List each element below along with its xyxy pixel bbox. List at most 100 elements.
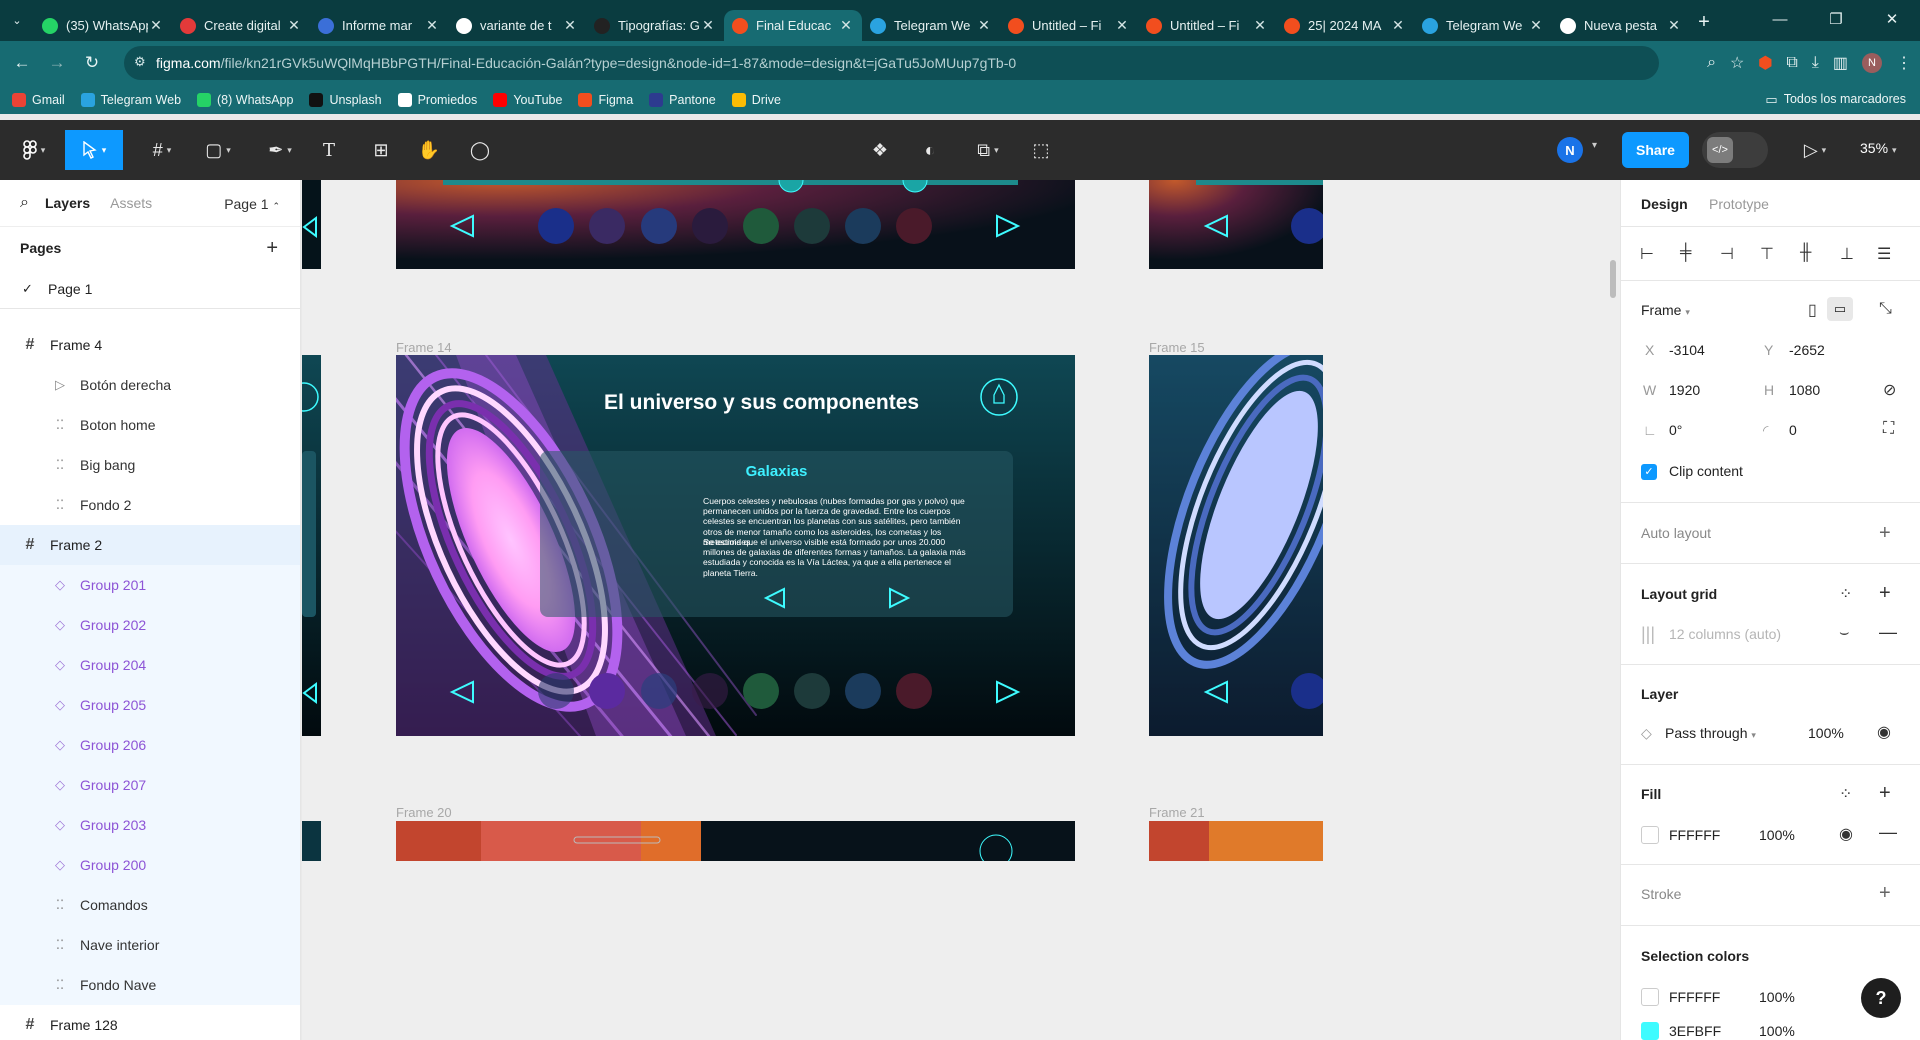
forward-icon[interactable]: → <box>44 53 70 73</box>
bookmark-item[interactable]: Pantone <box>649 92 716 107</box>
sel-color-swatch[interactable] <box>1641 988 1659 1006</box>
bookmark-item[interactable]: Promiedos <box>397 92 477 107</box>
share-button[interactable]: Share <box>1622 132 1689 168</box>
bookmark-item[interactable]: Unsplash <box>309 92 382 107</box>
layer-row[interactable]: ⁚⁚ Comandos <box>0 885 300 925</box>
main-menu-button[interactable]: ▾ <box>14 130 54 170</box>
align-left-icon[interactable]: ⊢ <box>1640 244 1654 264</box>
sel-color-opacity[interactable]: 100% <box>1759 989 1795 1005</box>
browser-tab[interactable]: Final Educac ✕ <box>724 10 862 41</box>
canvas-scrollbar[interactable] <box>1610 260 1616 298</box>
add-auto-layout-icon[interactable]: + <box>1879 522 1891 545</box>
frame-21-partial[interactable] <box>1149 821 1323 861</box>
frame-type-dropdown[interactable]: Frame ▾ <box>1641 302 1690 318</box>
sel-color-opacity[interactable]: 100% <box>1759 1023 1795 1039</box>
browser-tab[interactable]: (35) WhatsApp ✕ <box>34 10 172 41</box>
landscape-icon[interactable]: ▭ <box>1827 297 1853 321</box>
layer-row[interactable]: # Frame 4 <box>0 325 300 365</box>
close-tab-icon[interactable]: ✕ <box>148 17 164 34</box>
dev-mode-toggle[interactable]: </> <box>1702 132 1768 168</box>
close-tab-icon[interactable]: ✕ <box>1528 17 1544 34</box>
align-hcenter-icon[interactable]: ╪ <box>1680 244 1691 262</box>
contrast-button[interactable]: ◐ <box>915 130 945 170</box>
side-panel-icon[interactable]: ▥ <box>1833 53 1848 73</box>
components-button[interactable]: ❖ <box>865 130 895 170</box>
tab-search-chevron-icon[interactable]: ⌄ <box>0 14 34 27</box>
close-tab-icon[interactable]: ✕ <box>838 17 854 34</box>
tab-layers[interactable]: Layers <box>45 195 90 211</box>
layer-row[interactable]: ◇ Group 201 <box>0 565 300 605</box>
layer-row[interactable]: ◇ Group 200 <box>0 845 300 885</box>
frame-top-center[interactable] <box>396 180 1075 269</box>
frame-20-partial[interactable] <box>396 821 1075 861</box>
layer-row[interactable]: ◇ Group 202 <box>0 605 300 645</box>
avatar-chevron-icon[interactable]: ▾ <box>1592 140 1597 151</box>
layer-row[interactable]: ⁚⁚ Boton home <box>0 405 300 445</box>
fill-swatch[interactable] <box>1641 826 1659 844</box>
user-avatar[interactable]: N <box>1557 137 1583 163</box>
align-vcenter-icon[interactable]: ╫ <box>1800 244 1811 262</box>
browser-tab[interactable]: Telegram We ✕ <box>1414 10 1552 41</box>
frame-15-partial[interactable] <box>1149 355 1323 736</box>
zoom-magnifier-icon[interactable]: ⌕ <box>1707 54 1716 72</box>
close-tab-icon[interactable]: ✕ <box>700 17 716 34</box>
layer-row[interactable]: # Frame 128 <box>0 1005 300 1040</box>
remove-grid-icon[interactable]: — <box>1879 622 1897 643</box>
bookmark-item[interactable]: Gmail <box>12 92 65 107</box>
back-icon[interactable]: ← <box>9 53 35 73</box>
search-icon[interactable]: ⌕ <box>20 194 29 212</box>
browser-tab[interactable]: Tipografías: G ✕ <box>586 10 724 41</box>
zoom-control[interactable]: 35% ▾ <box>1860 140 1897 156</box>
pen-tool-button[interactable]: ✒ ▾ <box>258 130 302 170</box>
new-tab-button[interactable]: + <box>1690 11 1718 34</box>
bookmark-item[interactable]: (8) WhatsApp <box>197 92 293 107</box>
shape-tool-button[interactable]: ▢ ▾ <box>196 130 240 170</box>
browser-tab[interactable]: variante de t ✕ <box>448 10 586 41</box>
frame-tool-button[interactable]: # ▾ <box>140 130 184 170</box>
add-page-icon[interactable]: + <box>266 237 278 260</box>
layer-row[interactable]: ◇ Group 203 <box>0 805 300 845</box>
frame-14-label[interactable]: Frame 14 <box>396 340 452 355</box>
layer-row[interactable]: ⁚⁚ Fondo 2 <box>0 485 300 525</box>
fill-eye-icon[interactable]: ◉ <box>1839 824 1853 844</box>
w-input[interactable]: 1920 <box>1669 382 1700 398</box>
add-fill-icon[interactable]: + <box>1879 782 1891 805</box>
fill-opacity[interactable]: 100% <box>1759 827 1795 843</box>
align-top-icon[interactable]: ⊤ <box>1760 244 1774 264</box>
resize-to-fit-icon[interactable]: ⤡ <box>1879 300 1892 318</box>
browser-tab[interactable]: Untitled – Fi ✕ <box>1000 10 1138 41</box>
close-window-icon[interactable]: ✕ <box>1864 0 1920 41</box>
blend-mode-dropdown[interactable]: Pass through ▾ <box>1665 725 1756 741</box>
eye-icon[interactable]: ◉ <box>1877 722 1891 742</box>
columns-grid-icon[interactable]: ||| <box>1641 624 1655 645</box>
canvas[interactable]: Frame 14 Frame 15 El universo y sus comp… <box>302 180 1620 1040</box>
resources-tool-button[interactable]: ⊞ <box>366 130 396 170</box>
present-button[interactable]: ▷ ▾ <box>1795 130 1835 170</box>
frame-bottom-left-partial[interactable] <box>302 821 321 861</box>
reload-icon[interactable]: ↻ <box>79 53 105 73</box>
bookmark-item[interactable]: Telegram Web <box>80 92 181 107</box>
tab-design[interactable]: Design <box>1641 196 1688 212</box>
browser-tab[interactable]: Nueva pesta ✕ <box>1552 10 1690 41</box>
browser-tab[interactable]: Informe mar ✕ <box>310 10 448 41</box>
h-input[interactable]: 1080 <box>1789 382 1820 398</box>
tab-prototype[interactable]: Prototype <box>1709 196 1769 212</box>
frame-20-label[interactable]: Frame 20 <box>396 805 452 820</box>
move-tool-button[interactable]: ▾ <box>65 130 123 170</box>
x-input[interactable]: -3104 <box>1669 342 1705 358</box>
hand-tool-button[interactable]: ✋ <box>414 130 444 170</box>
tab-assets[interactable]: Assets <box>110 195 152 211</box>
frame-mid-left-partial[interactable] <box>302 355 321 736</box>
bookmark-item[interactable]: Drive <box>731 92 781 107</box>
constrain-proportions-icon[interactable]: ⊘ <box>1883 380 1896 400</box>
add-stroke-icon[interactable]: + <box>1879 882 1891 905</box>
layer-opacity[interactable]: 100% <box>1808 725 1844 741</box>
layer-row[interactable]: ◇ Group 205 <box>0 685 300 725</box>
browser-tab[interactable]: Untitled – Fi ✕ <box>1138 10 1276 41</box>
layer-row[interactable]: ◇ Group 206 <box>0 725 300 765</box>
close-tab-icon[interactable]: ✕ <box>1390 17 1406 34</box>
bookmark-item[interactable]: Figma <box>578 92 633 107</box>
close-tab-icon[interactable]: ✕ <box>976 17 992 34</box>
restore-icon[interactable]: ❐ <box>1808 0 1864 41</box>
layer-row[interactable]: # Frame 2 <box>0 525 300 565</box>
